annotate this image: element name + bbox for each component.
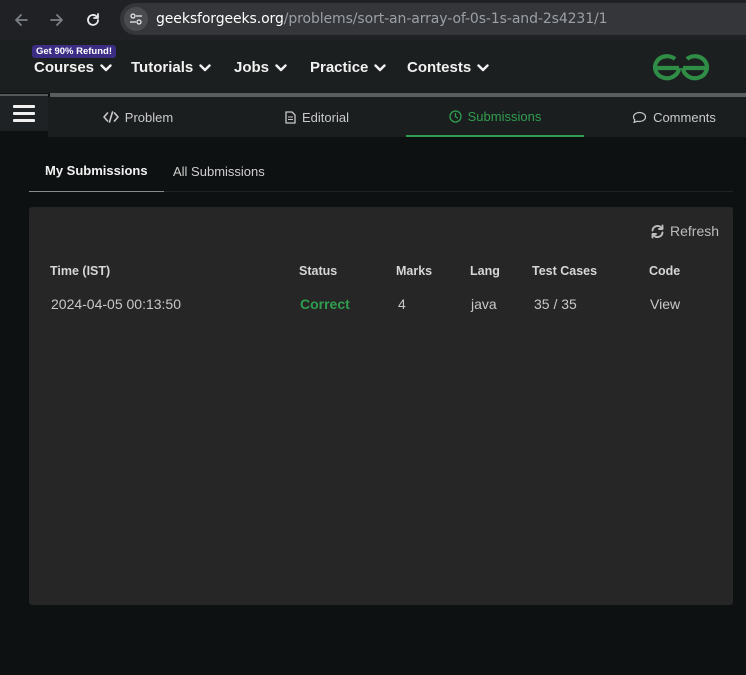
- menu-contests[interactable]: Contests: [407, 59, 489, 76]
- tab-comments-label: Comments: [653, 109, 716, 125]
- problem-tabs: Problem Editorial Submissions Comments: [48, 97, 746, 137]
- menu-tutorials-label: Tutorials: [131, 59, 194, 76]
- forward-arrow-icon[interactable]: [45, 8, 69, 32]
- chevron-down-icon: [477, 59, 489, 76]
- refresh-button[interactable]: Refresh: [650, 223, 719, 239]
- view-code-link[interactable]: View: [650, 296, 680, 312]
- browser-toolbar: geeksforgeeks.org/problems/sort-an-array…: [0, 0, 746, 40]
- site-header: Get 90% Refund! Courses Tutorials Jobs P…: [0, 40, 746, 93]
- chevron-down-icon: [199, 59, 211, 76]
- column-header-status: Status: [299, 264, 338, 278]
- back-arrow-icon[interactable]: [9, 8, 33, 32]
- chevron-down-icon: [100, 59, 112, 76]
- cell-lang: java: [471, 296, 497, 312]
- submissions-panel: Refresh Time (IST) Status Marks Lang Tes…: [29, 207, 733, 605]
- cell-test-cases: 35 / 35: [534, 296, 577, 312]
- clock-icon: [448, 109, 462, 123]
- url-path: /problems/sort-an-array-of-0s-1s-and-2s4…: [283, 11, 608, 27]
- menu-tutorials[interactable]: Tutorials: [131, 59, 211, 76]
- url-host: geeksforgeeks.org: [156, 11, 284, 27]
- site-settings-icon[interactable]: [124, 7, 148, 31]
- cell-marks: 4: [398, 296, 406, 312]
- column-header-code: Code: [649, 264, 681, 278]
- tab-submissions-label: Submissions: [467, 108, 542, 124]
- tab-my-submissions[interactable]: My Submissions: [29, 150, 164, 192]
- hamburger-menu-icon[interactable]: [0, 94, 48, 131]
- column-header-test-cases: Test Cases: [532, 264, 598, 278]
- address-bar[interactable]: geeksforgeeks.org/problems/sort-an-array…: [120, 3, 746, 35]
- menu-contests-label: Contests: [407, 59, 472, 76]
- cell-status: Correct: [300, 296, 350, 312]
- tab-editorial-label: Editorial: [302, 109, 349, 125]
- document-icon: [285, 110, 296, 124]
- column-header-lang: Lang: [470, 264, 500, 278]
- tab-editorial[interactable]: Editorial: [228, 97, 406, 137]
- menu-courses-label: Courses: [34, 59, 95, 76]
- submission-tabs: My Submissions All Submissions: [29, 150, 733, 192]
- tab-comments[interactable]: Comments: [584, 97, 746, 137]
- tab-submissions[interactable]: Submissions: [406, 97, 584, 137]
- comment-icon: [632, 111, 647, 124]
- url-text: geeksforgeeks.org/problems/sort-an-array…: [156, 11, 608, 27]
- tab-problem[interactable]: Problem: [48, 97, 228, 137]
- cell-time: 2024-04-05 00:13:50: [51, 296, 181, 312]
- refund-badge: Get 90% Refund!: [32, 45, 117, 58]
- reload-icon[interactable]: [81, 8, 105, 32]
- tab-problem-label: Problem: [124, 109, 174, 125]
- refresh-label: Refresh: [670, 223, 720, 239]
- gfg-logo-icon[interactable]: [650, 53, 712, 88]
- column-header-time: Time (IST): [50, 264, 111, 278]
- menu-practice[interactable]: Practice: [310, 59, 387, 76]
- chevron-down-icon: [275, 59, 287, 76]
- column-header-marks: Marks: [396, 264, 433, 278]
- code-icon: [102, 111, 119, 123]
- chevron-down-icon: [374, 59, 387, 76]
- menu-courses[interactable]: Courses: [34, 59, 112, 76]
- menu-practice-label: Practice: [310, 59, 369, 76]
- menu-jobs-label: Jobs: [234, 59, 270, 76]
- menu-jobs[interactable]: Jobs: [234, 59, 287, 76]
- refresh-icon: [650, 224, 665, 239]
- tab-all-submissions[interactable]: All Submissions: [173, 150, 265, 192]
